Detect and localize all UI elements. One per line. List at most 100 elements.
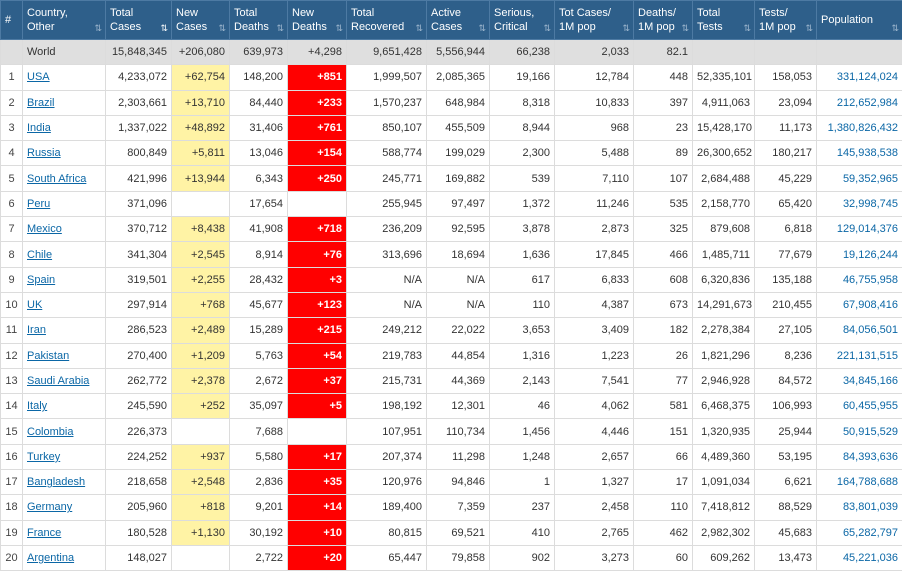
total-cases-cell: 2,303,661	[106, 90, 172, 115]
country-link[interactable]: France	[27, 527, 61, 539]
serious-critical-cell: 1,248	[490, 444, 555, 469]
population-cell: 221,131,515	[817, 343, 902, 368]
country-cell: UK	[23, 292, 106, 317]
new-cases-cell: +1,130	[172, 520, 230, 545]
column-header-serious-critical[interactable]: Serious,Critical⇅	[490, 1, 555, 40]
sort-arrows-icon[interactable]: ⇅	[276, 21, 284, 35]
new-deaths-cell	[288, 419, 347, 444]
sort-arrows-icon[interactable]: ⇅	[415, 21, 423, 35]
sort-arrows-icon[interactable]: ⇅	[160, 21, 168, 35]
column-header-new-cases[interactable]: NewCases⇅	[172, 1, 230, 40]
column-header-country[interactable]: Country,Other⇅	[23, 1, 106, 40]
new-deaths-cell: +35	[288, 470, 347, 495]
header-label-line1: Total	[110, 6, 159, 20]
world-row: World 15,848,345 +206,080 639,973 +4,298…	[1, 40, 902, 65]
total-recovered-cell: 1,570,237	[347, 90, 427, 115]
active-cases-cell: 44,369	[427, 368, 490, 393]
deaths-per-million-cell: 182	[634, 318, 693, 343]
rank-cell: 18	[1, 495, 23, 520]
column-header-tests-per-million[interactable]: Tests/1M pop⇅	[755, 1, 817, 40]
total-tests-cell: 6,320,836	[693, 267, 755, 292]
country-link[interactable]: Germany	[27, 501, 72, 513]
tests-per-million-cell	[755, 40, 817, 65]
new-cases-cell: +937	[172, 444, 230, 469]
column-header-total-cases[interactable]: TotalCases⇅	[106, 1, 172, 40]
population-cell: 1,380,826,432	[817, 115, 902, 140]
sort-arrows-icon[interactable]: ⇅	[743, 21, 751, 35]
active-cases-cell: 97,497	[427, 191, 490, 216]
total-recovered-cell: 313,696	[347, 242, 427, 267]
new-deaths-cell: +3	[288, 267, 347, 292]
country-cell: Pakistan	[23, 343, 106, 368]
sort-arrows-icon[interactable]: ⇅	[478, 21, 486, 35]
column-header-active-cases[interactable]: ActiveCases⇅	[427, 1, 490, 40]
total-tests-cell: 14,291,673	[693, 292, 755, 317]
country-link[interactable]: Italy	[27, 400, 47, 412]
country-link[interactable]: South Africa	[27, 173, 86, 185]
country-cell: Italy	[23, 394, 106, 419]
column-header-cases-per-million[interactable]: Tot Cases/1M pop⇅	[555, 1, 634, 40]
header-label-line1: Tests/	[759, 6, 804, 20]
deaths-per-million-cell: 535	[634, 191, 693, 216]
total-tests-cell	[693, 40, 755, 65]
tests-per-million-cell: 23,094	[755, 90, 817, 115]
country-link[interactable]: India	[27, 122, 51, 134]
country-link[interactable]: Saudi Arabia	[27, 375, 89, 387]
country-link[interactable]: Bangladesh	[27, 476, 85, 488]
country-link[interactable]: Mexico	[27, 223, 62, 235]
column-header-total-deaths[interactable]: TotalDeaths⇅	[230, 1, 288, 40]
new-cases-cell	[172, 191, 230, 216]
country-link[interactable]: Chile	[27, 249, 52, 261]
serious-critical-cell: 19,166	[490, 65, 555, 90]
sort-arrows-icon[interactable]: ⇅	[805, 21, 813, 35]
sort-arrows-icon[interactable]: ⇅	[94, 21, 102, 35]
total-cases-cell: 180,528	[106, 520, 172, 545]
country-cell: Chile	[23, 242, 106, 267]
column-header-deaths-per-million[interactable]: Deaths/1M pop⇅	[634, 1, 693, 40]
country-link[interactable]: Argentina	[27, 552, 74, 564]
cases-per-million-cell: 4,446	[555, 419, 634, 444]
country-cell: France	[23, 520, 106, 545]
total-deaths-cell: 84,440	[230, 90, 288, 115]
country-link[interactable]: Pakistan	[27, 350, 69, 362]
column-header-total-recovered[interactable]: TotalRecovered⇅	[347, 1, 427, 40]
header-label-line2: Cases	[176, 20, 217, 34]
total-deaths-cell: 2,672	[230, 368, 288, 393]
sort-arrows-icon[interactable]: ⇅	[335, 21, 343, 35]
new-deaths-cell: +154	[288, 141, 347, 166]
column-header-total-tests[interactable]: TotalTests⇅	[693, 1, 755, 40]
population-cell: 59,352,965	[817, 166, 902, 191]
country-link[interactable]: Russia	[27, 147, 61, 159]
country-link[interactable]: Brazil	[27, 97, 55, 109]
country-link[interactable]: Colombia	[27, 426, 73, 438]
header-label-line2: 1M pop	[638, 20, 680, 34]
country-link[interactable]: Peru	[27, 198, 50, 210]
sort-arrows-icon[interactable]: ⇅	[543, 21, 551, 35]
country-link[interactable]: Turkey	[27, 451, 60, 463]
country-link[interactable]: Spain	[27, 274, 55, 286]
total-deaths-cell: 2,836	[230, 470, 288, 495]
column-header-rank[interactable]: #	[1, 1, 23, 40]
total-deaths-cell: 28,432	[230, 267, 288, 292]
population-cell: 50,915,529	[817, 419, 902, 444]
total-tests-cell: 7,418,812	[693, 495, 755, 520]
sort-arrows-icon[interactable]: ⇅	[891, 21, 899, 35]
new-cases-cell: +768	[172, 292, 230, 317]
new-cases-cell: +62,754	[172, 65, 230, 90]
header-label-line1: Population	[821, 13, 890, 27]
new-cases-cell	[172, 545, 230, 570]
column-header-new-deaths[interactable]: NewDeaths⇅	[288, 1, 347, 40]
country-link[interactable]: Iran	[27, 324, 46, 336]
total-recovered-cell: 219,783	[347, 343, 427, 368]
rank-cell: 15	[1, 419, 23, 444]
active-cases-cell: 44,854	[427, 343, 490, 368]
sort-arrows-icon[interactable]: ⇅	[218, 21, 226, 35]
population-cell: 65,282,797	[817, 520, 902, 545]
deaths-per-million-cell: 89	[634, 141, 693, 166]
sort-arrows-icon[interactable]: ⇅	[622, 21, 630, 35]
country-link[interactable]: UK	[27, 299, 42, 311]
country-link[interactable]: USA	[27, 71, 50, 83]
column-header-population[interactable]: Population⇅	[817, 1, 902, 40]
serious-critical-cell: 539	[490, 166, 555, 191]
sort-arrows-icon[interactable]: ⇅	[681, 21, 689, 35]
